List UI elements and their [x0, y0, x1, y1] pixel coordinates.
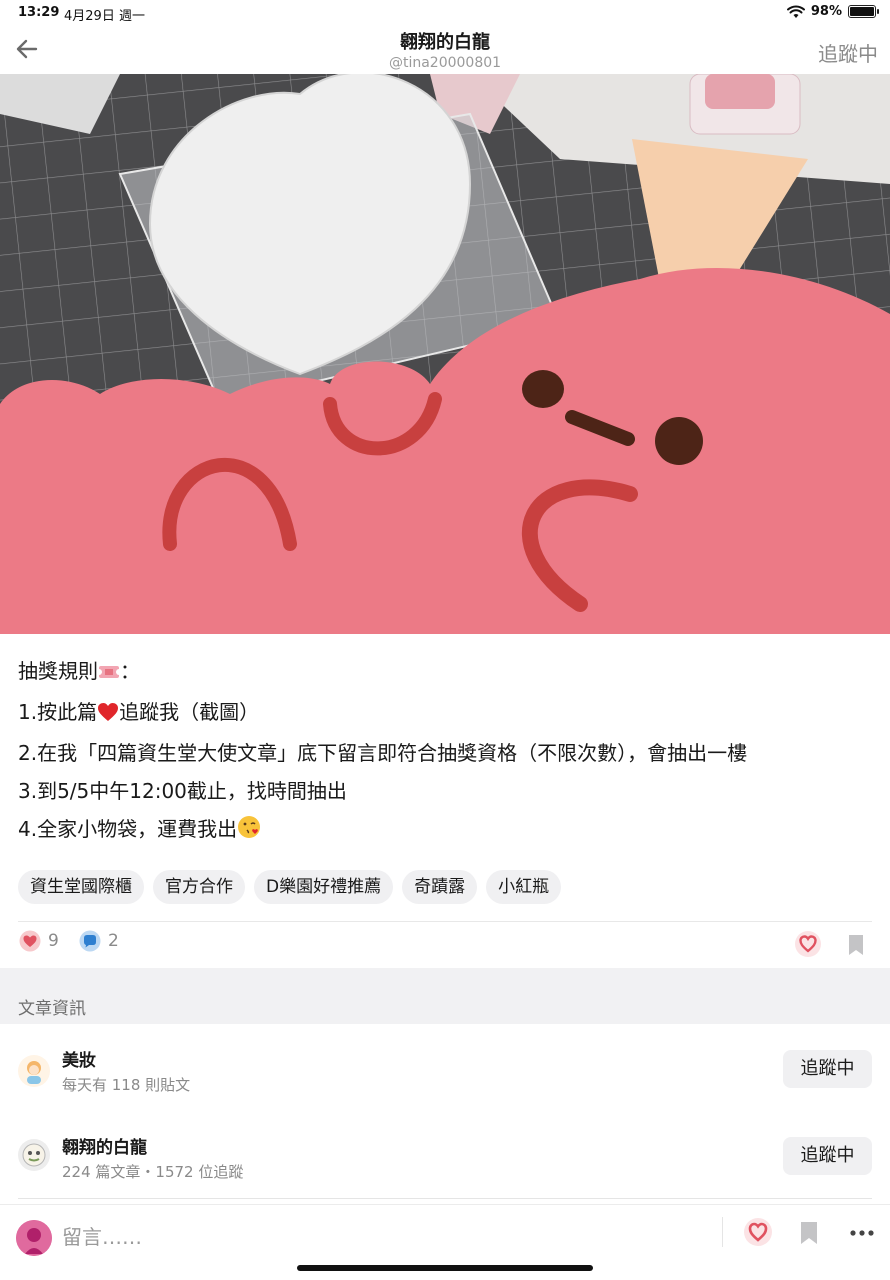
kissing-face-icon: [237, 813, 261, 851]
wifi-icon: [786, 5, 805, 18]
post-line-4: 3.到5/5中午12:00截止，找時間抽出: [18, 779, 347, 803]
board-name: 美妝: [62, 1051, 96, 1071]
follow-board-button[interactable]: 追蹤中: [783, 1050, 872, 1088]
post-line-2: 1.按此篇 追蹤我（截圖）: [18, 693, 878, 734]
status-right: 98%: [786, 4, 879, 19]
like-count[interactable]: 9: [18, 930, 59, 952]
post-line-3: 2.在我「四篇資生堂大使文章」底下留言即符合抽獎資格（不限次數），會抽出一樓: [18, 741, 748, 765]
author-handle[interactable]: @tina20000801: [0, 55, 890, 71]
tag-chip[interactable]: 官方合作: [153, 870, 245, 904]
bookmark-icon[interactable]: [848, 934, 864, 956]
like-button-icon[interactable]: [743, 1217, 773, 1247]
home-indicator[interactable]: [297, 1265, 593, 1271]
comment-count-value: 2: [108, 931, 119, 951]
rules-heading: 抽獎規則: [18, 659, 98, 683]
author-name: 翱翔的白龍: [62, 1138, 147, 1158]
board-row-beauty[interactable]: 美妝 每天有 118 則貼文 追蹤中: [0, 1030, 890, 1110]
follow-button[interactable]: 追蹤中: [818, 38, 878, 67]
bookmark-icon[interactable]: [800, 1221, 818, 1245]
board-row-author[interactable]: 翱翔的白龍 224 篇文章・1572 位追蹤 追蹤中: [0, 1117, 890, 1197]
tag-chip[interactable]: D樂園好禮推薦: [254, 870, 394, 904]
battery-percent: 98%: [810, 4, 842, 19]
divider: [18, 921, 872, 922]
my-avatar: [16, 1220, 52, 1256]
follow-author-button[interactable]: 追蹤中: [783, 1137, 872, 1175]
rule-4-text: 4.全家小物袋，運費我出: [18, 817, 238, 841]
post-line-5: 4.全家小物袋，運費我出: [18, 810, 878, 851]
section-label: 文章資訊: [18, 999, 86, 1019]
rules-colon: ：: [120, 659, 140, 683]
author-meta: 224 篇文章・1572 位追蹤: [62, 1163, 244, 1181]
divider: [18, 1198, 872, 1199]
comment-input[interactable]: 留言……: [62, 1221, 142, 1250]
tag-chip[interactable]: 奇蹟露: [402, 870, 478, 904]
more-options-icon[interactable]: [850, 1229, 874, 1237]
like-button-icon[interactable]: [794, 930, 822, 958]
post-body: 抽獎規則 ： 1.按此篇 追蹤我（截圖） 2.在我「四篇資生堂大使文章」底下留言即符…: [18, 652, 878, 851]
post-line-1: 抽獎規則 ：: [18, 652, 878, 693]
status-time: 13:29: [18, 5, 60, 20]
board-avatar: [18, 1055, 50, 1087]
ticket-icon: [96, 655, 122, 693]
status-bar: 13:29 4月29日 週一 98%: [0, 0, 890, 26]
author-avatar: [18, 1139, 50, 1171]
heart-icon: [97, 696, 119, 734]
comment-count[interactable]: 2: [78, 930, 119, 952]
like-count-value: 9: [48, 931, 59, 951]
comment-icon: [79, 930, 101, 952]
tag-chip[interactable]: 小紅瓶: [486, 870, 562, 904]
rule-1-suffix: 追蹤我（截圖）: [119, 700, 260, 724]
bottom-bar: 留言……: [0, 1204, 890, 1264]
post-image[interactable]: [0, 74, 890, 634]
page-title: 翱翔的白龍: [400, 32, 490, 53]
divider: [722, 1217, 723, 1247]
heart-icon: [19, 930, 41, 952]
rule-1-prefix: 1.按此篇: [18, 700, 98, 724]
post-photo: [0, 74, 890, 634]
status-date: 4月29日 週一: [64, 9, 145, 24]
battery-fill: [850, 7, 874, 16]
board-meta: 每天有 118 則貼文: [62, 1076, 191, 1094]
tag-chip[interactable]: 資生堂國際櫃: [18, 870, 144, 904]
battery-icon: [848, 5, 879, 18]
tag-list: 資生堂國際櫃 官方合作 D樂園好禮推薦 奇蹟露 小紅瓶: [18, 870, 562, 904]
article-info-section: 文章資訊: [0, 968, 890, 1024]
post-stats: 9 2: [18, 930, 872, 960]
header: 翱翔的白龍 @tina20000801 追蹤中: [0, 26, 890, 74]
